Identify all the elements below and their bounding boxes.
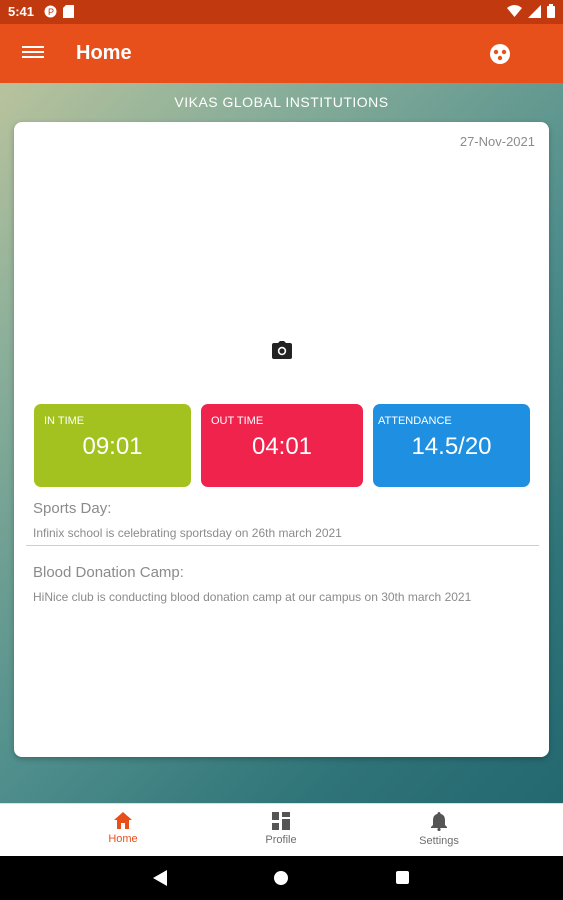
- status-system-icons: [507, 4, 555, 18]
- out-time-tile: OUT TIME 04:01: [201, 404, 363, 487]
- status-notification-icons: P: [44, 5, 74, 18]
- recent-apps-icon[interactable]: [396, 871, 409, 884]
- news-title: Sports Day:: [33, 500, 112, 517]
- nav-settings[interactable]: Settings: [379, 812, 499, 847]
- back-icon[interactable]: [153, 870, 167, 886]
- news-divider: [26, 545, 539, 546]
- news-title: Blood Donation Camp:: [33, 564, 184, 581]
- in-time-tile: IN TIME 09:01: [34, 404, 191, 487]
- news-body: HiNice club is conducting blood donation…: [33, 590, 472, 604]
- out-time-value: 04:01: [251, 433, 313, 460]
- bell-icon: [431, 812, 447, 831]
- institution-name: VIKAS GLOBAL INSTITUTIONS: [174, 94, 389, 110]
- signal-icon: [528, 4, 541, 18]
- status-bar: 5:41 P: [0, 0, 563, 24]
- sd-card-icon: [63, 5, 74, 18]
- notification-app-icon: P: [44, 5, 57, 18]
- home-icon: [114, 812, 132, 829]
- attendance-tile: ATTENDANCE 14.5/20: [373, 404, 530, 487]
- news-body: Infinix school is celebrating sportsday …: [33, 526, 342, 540]
- nav-settings-label: Settings: [419, 835, 459, 847]
- camera-icon[interactable]: [272, 341, 292, 359]
- news-item: Blood Donation Camp: HiNice club is cond…: [33, 564, 471, 604]
- nav-home-label: Home: [108, 833, 138, 845]
- bottom-navigation: Home Profile Settings: [0, 803, 563, 857]
- status-time: 5:41: [8, 4, 35, 19]
- attendance-value: 14.5/20: [411, 433, 492, 460]
- battery-icon: [547, 4, 555, 18]
- in-time-label: IN TIME: [44, 415, 85, 427]
- svg-text:P: P: [48, 7, 54, 17]
- nav-profile-label: Profile: [265, 834, 297, 846]
- dashboard-card: 27-Nov-2021 IN TIME 09:01 OUT TIME 04:01…: [14, 122, 549, 757]
- out-time-label: OUT TIME: [211, 415, 264, 427]
- home-button-icon[interactable]: [274, 871, 288, 885]
- page-title: Home: [76, 42, 132, 64]
- in-time-value: 09:01: [82, 433, 143, 460]
- news-item: Sports Day: Infinix school is celebratin…: [33, 500, 342, 540]
- wifi-icon: [507, 5, 522, 17]
- system-navigation-bar: [0, 856, 563, 900]
- current-date: 27-Nov-2021: [459, 134, 535, 149]
- app-bar: Home: [0, 24, 563, 83]
- menu-icon[interactable]: [22, 43, 44, 61]
- nav-home[interactable]: Home: [63, 812, 183, 845]
- nav-profile[interactable]: Profile: [221, 812, 341, 846]
- profile-grid-icon: [272, 812, 290, 830]
- attendance-label: ATTENDANCE: [378, 415, 452, 427]
- logout-icon[interactable]: [489, 43, 511, 65]
